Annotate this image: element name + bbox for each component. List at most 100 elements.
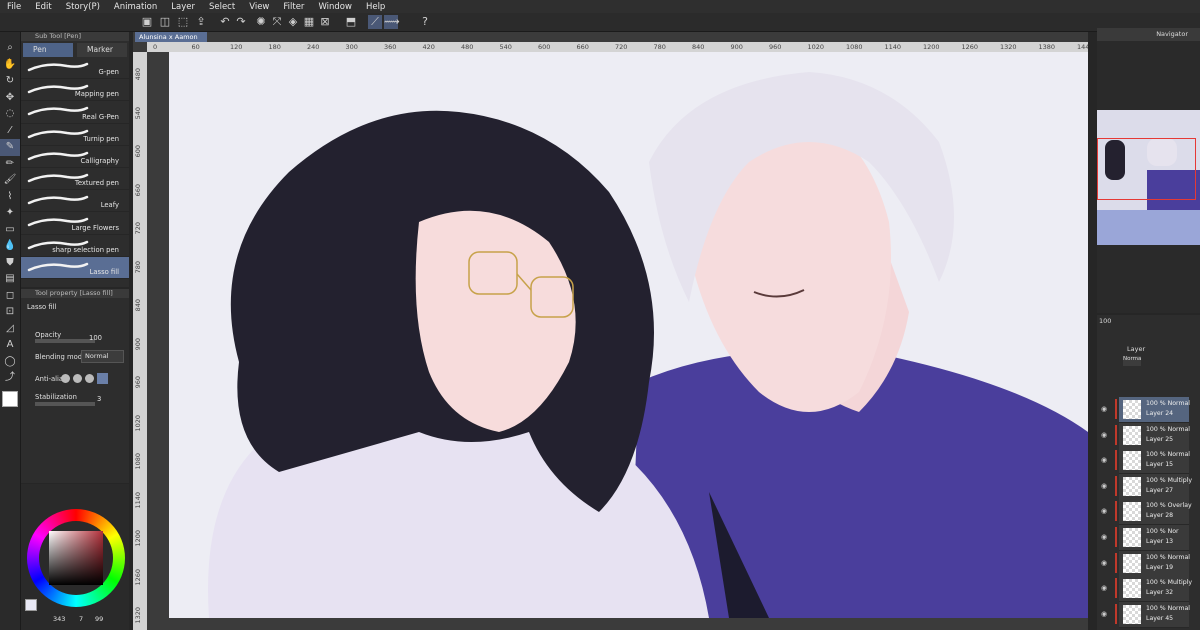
menu-view[interactable]: View (242, 2, 276, 12)
layer-visibility-icon[interactable]: ◉ (1101, 405, 1110, 414)
menu-file[interactable]: File (0, 2, 28, 12)
brush-item[interactable]: Textured pen (21, 168, 129, 191)
main-color-swatch[interactable] (2, 390, 18, 407)
blend-icon[interactable]: 💧 (0, 238, 20, 255)
text-icon[interactable]: A (0, 337, 20, 354)
layer-row[interactable]: 100 % Multiply Layer 32 (1115, 576, 1192, 603)
fill-icon[interactable]: ◈ (286, 15, 300, 29)
undo-icon[interactable]: ↶ (218, 15, 232, 29)
canvas-icon[interactable]: ▣ (140, 15, 154, 29)
clear-icon[interactable]: ⬚ (176, 15, 190, 29)
stabilization-value[interactable]: 3 (97, 395, 101, 403)
pencil-icon[interactable]: ✏ (0, 156, 20, 173)
menu-help[interactable]: Help (359, 2, 392, 12)
menu-animation[interactable]: Animation (107, 2, 164, 12)
loading-icon[interactable]: ✺ (254, 15, 268, 29)
brush-name: Large Flowers (71, 223, 119, 232)
layer-visibility-icon[interactable]: ◉ (1101, 431, 1110, 440)
figure-icon[interactable]: ◻ (0, 288, 20, 305)
brush-item[interactable]: Leafy (21, 190, 129, 213)
opacity-slider[interactable] (35, 339, 95, 343)
snap-special-ruler-icon[interactable]: ⟿ (384, 15, 400, 29)
brush-item[interactable]: Mapping pen (21, 79, 129, 102)
show-selection-icon[interactable]: ⬒ (344, 15, 358, 29)
hand-icon[interactable]: ✋ (0, 57, 20, 74)
export-icon[interactable]: ⇪ (194, 15, 208, 29)
ruler-tick: 900 (730, 43, 743, 51)
balloon-icon[interactable]: ◯ (0, 354, 20, 371)
layer-row[interactable]: 100 % Multiply Layer 27 (1115, 473, 1193, 500)
navigator-viewport[interactable] (1097, 138, 1196, 200)
canvas-artwork[interactable] (169, 52, 1088, 618)
pen-icon[interactable]: ✎ (0, 139, 20, 156)
brush-item[interactable]: Calligraphy (21, 146, 129, 168)
brush-item[interactable]: Large Flowers (21, 212, 129, 235)
stabilization-slider[interactable] (35, 402, 95, 406)
ruler-tick: 1260 (961, 43, 979, 51)
layer-visibility-icon[interactable]: ◉ (1101, 507, 1110, 516)
menu-window[interactable]: Window (311, 2, 359, 12)
menu-select[interactable]: Select (202, 2, 242, 12)
snap-ruler-icon[interactable]: ⟋ (368, 15, 382, 29)
eyedropper-icon[interactable]: ⁄ (0, 123, 20, 140)
layer-row[interactable]: 100 % Normal Layer 15 (1115, 448, 1190, 475)
menu-layer[interactable]: Layer (164, 2, 202, 12)
layer-visibility-icon[interactable]: ◉ (1101, 610, 1110, 619)
lasso-select-icon[interactable]: ◌ (0, 106, 20, 123)
ruler-tick: 480 (134, 68, 142, 81)
brush-item[interactable]: sharp selection pen (21, 235, 129, 257)
navigator-preview[interactable] (1097, 110, 1200, 245)
gradient-icon[interactable]: ▤ (0, 271, 20, 288)
layer-row[interactable]: 100 % Normal Layer 19 (1115, 550, 1190, 577)
brush-item[interactable]: Real G-Pen (21, 101, 129, 124)
opacity-value[interactable]: 100 (89, 334, 102, 342)
menu-storyp[interactable]: Story(P) (59, 2, 107, 12)
eraser-icon[interactable]: ▭ (0, 222, 20, 239)
layer-visibility-icon[interactable]: ◉ (1101, 559, 1110, 568)
deselect-icon[interactable]: ⊠ (318, 15, 332, 29)
blend-mode-select[interactable]: Normal (81, 350, 124, 363)
rotate-icon[interactable]: ↻ (0, 73, 20, 90)
layer-thumbnail (1123, 425, 1141, 445)
zoom-icon[interactable]: ⌕ (0, 40, 20, 57)
move-icon[interactable]: ✥ (0, 90, 20, 107)
brush-item[interactable]: Lasso fill (21, 256, 129, 279)
tab-marker[interactable]: Marker (77, 43, 127, 57)
menu-filter[interactable]: Filter (276, 2, 311, 12)
brush-icon[interactable]: 🖌 (0, 172, 20, 189)
redo-icon[interactable]: ↷ (234, 15, 248, 29)
layer-name: Layer 32 (1146, 589, 1174, 597)
airbrush-icon[interactable]: ⌇ (0, 189, 20, 206)
layer-row[interactable]: 100 % Normal Layer 24 (1115, 397, 1190, 423)
document-tab[interactable]: Alunsina x Aamon (135, 32, 207, 42)
layer-row[interactable]: 100 % Normal Layer 25 (1115, 422, 1190, 449)
layer-visibility-icon[interactable]: ◉ (1101, 584, 1110, 593)
layer-mode-select[interactable]: Normal (1123, 356, 1141, 366)
menu-edit[interactable]: Edit (28, 2, 58, 12)
layer-row[interactable]: 100 % Normal Layer 45 (1115, 601, 1190, 628)
sv-square[interactable] (49, 531, 103, 585)
brush-item[interactable]: Turnip pen (21, 124, 129, 146)
antialias-options[interactable] (61, 371, 117, 385)
layer-mode: 100 % Multiply (1146, 476, 1193, 484)
layer-row[interactable]: 100 % Overlay Layer 28 (1115, 499, 1192, 526)
ruler-icon[interactable]: ◿ (0, 321, 20, 338)
layer-thumbnail (1123, 579, 1141, 599)
decoration-icon[interactable]: ✦ (0, 205, 20, 222)
layer-row[interactable]: 100 % Nor Layer 13 (1115, 525, 1189, 551)
layer-visibility-icon[interactable]: ◉ (1101, 456, 1110, 465)
layer-visibility-icon[interactable]: ◉ (1101, 482, 1110, 491)
select-all-icon[interactable]: ▦ (302, 15, 316, 29)
frame-icon[interactable]: ⊡ (0, 304, 20, 321)
layer-opacity[interactable]: 100 (1099, 317, 1111, 325)
fill-tool-icon[interactable]: ⛊ (0, 255, 20, 272)
tab-pen[interactable]: Pen (23, 43, 73, 57)
help-icon[interactable]: ? (418, 15, 432, 29)
brush-item[interactable]: G-pen (21, 57, 129, 80)
correct-line-icon[interactable]: ⤴ (0, 370, 20, 387)
ruler-tick: 540 (134, 106, 142, 119)
main-color-chip[interactable] (25, 599, 37, 611)
transform-icon[interactable]: ⤧ (270, 15, 284, 29)
hide-icon[interactable]: ◫ (158, 15, 172, 29)
layer-visibility-icon[interactable]: ◉ (1101, 533, 1110, 542)
